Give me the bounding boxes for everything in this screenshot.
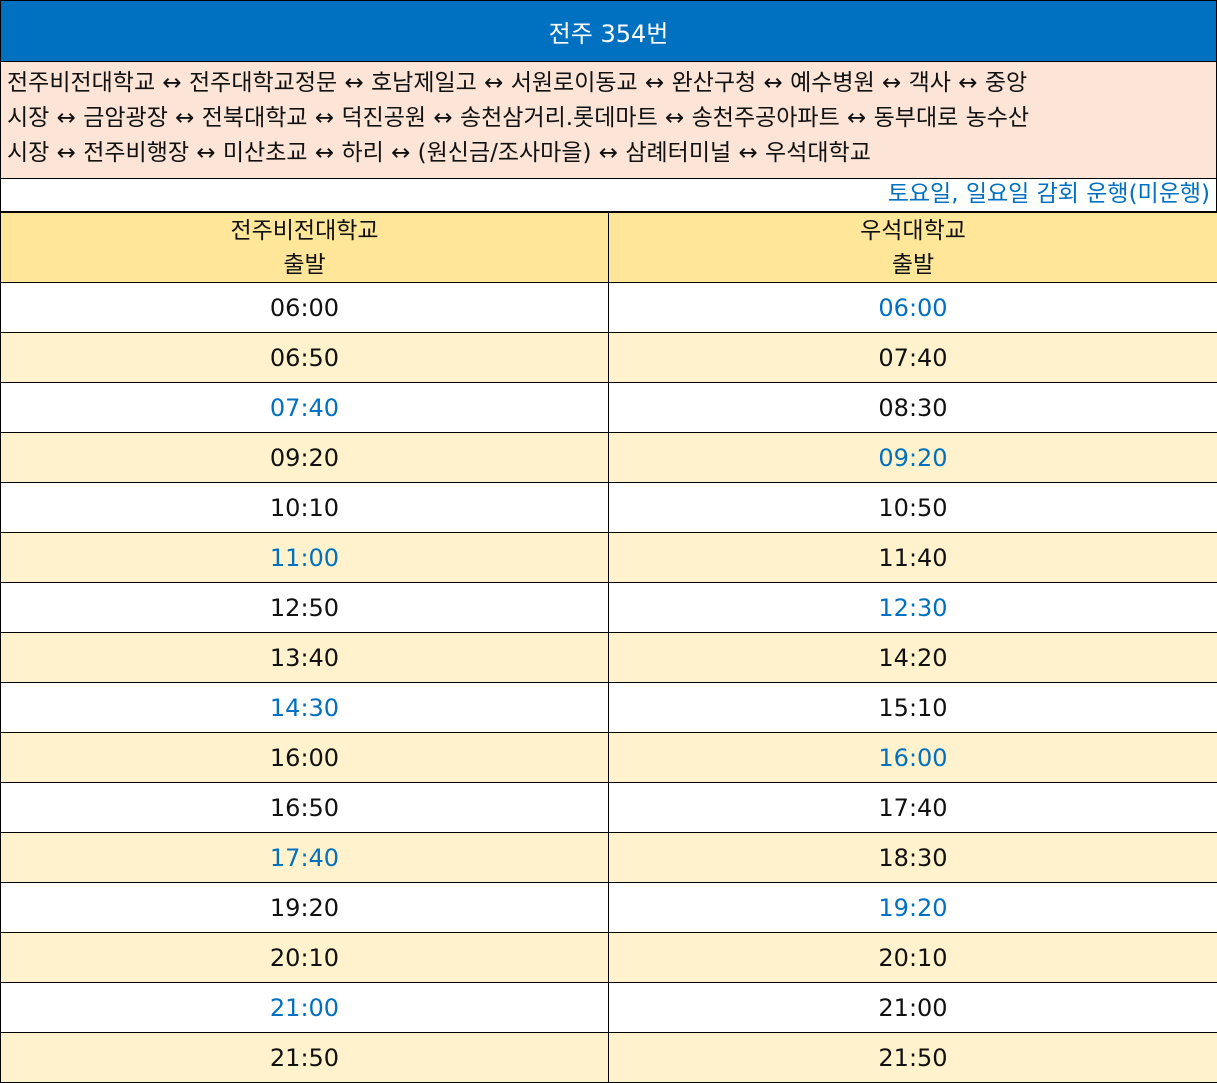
departure-time-origin: 16:00	[0, 732, 609, 783]
table-row: 20:10 20:10	[0, 932, 1217, 983]
departure-time-destination: 14:20	[608, 632, 1217, 683]
departure-time-origin: 11:00	[0, 532, 609, 583]
destination-label: 출발	[891, 251, 935, 278]
table-row: 09:20 09:20	[0, 432, 1217, 483]
departure-time-origin: 09:20	[0, 432, 609, 483]
schedule-body: 06:00 06:00 06:50 07:40 07:40 08:30 09:20 09:20…	[0, 282, 1217, 1083]
departure-time-destination: 06:00	[608, 282, 1217, 333]
departure-time-destination: 08:30	[608, 382, 1217, 433]
table-row: 16:00 16:00	[0, 732, 1217, 783]
table-row: 07:40 08:30	[0, 382, 1217, 433]
departure-time-origin: 13:40	[0, 632, 609, 683]
departure-time-origin: 06:50	[0, 332, 609, 383]
route-line: 시장 ↔ 금암광장 ↔ 전북대학교 ↔ 덕진공원 ↔ 송천삼거리.롯데마트 ↔ …	[7, 105, 1030, 131]
departure-time-origin: 20:10	[0, 932, 609, 983]
departure-time-destination: 20:10	[608, 932, 1217, 983]
departure-time-destination: 09:20	[608, 432, 1217, 483]
table-row: 21:50 21:50	[0, 1032, 1217, 1083]
table-row: 21:00 21:00	[0, 982, 1217, 1033]
departure-time-origin: 16:50	[0, 782, 609, 833]
route-line: 전주비전대학교 ↔ 전주대학교정문 ↔ 호남제일고 ↔ 서원로이동교 ↔ 완산구…	[7, 70, 1028, 96]
timetable-title: 전주 354번	[0, 0, 1217, 62]
departure-time-origin: 14:30	[0, 682, 609, 733]
column-header-origin: 전주비전대학교 출발	[0, 212, 609, 283]
destination-station: 우석대학교	[860, 217, 966, 244]
departure-time-destination: 16:00	[608, 732, 1217, 783]
table-row: 17:40 18:30	[0, 832, 1217, 883]
departure-time-origin: 06:00	[0, 282, 609, 333]
departure-time-origin: 21:50	[0, 1032, 609, 1083]
departure-time-destination: 21:00	[608, 982, 1217, 1033]
departure-time-destination: 12:30	[608, 582, 1217, 633]
table-row: 11:00 11:40	[0, 532, 1217, 583]
departure-time-origin: 07:40	[0, 382, 609, 433]
timetable-sheet: 전주 354번 전주비전대학교 ↔ 전주대학교정문 ↔ 호남제일고 ↔ 서원로이…	[0, 0, 1217, 1083]
departure-time-destination: 18:30	[608, 832, 1217, 883]
departure-time-destination: 11:40	[608, 532, 1217, 583]
departure-time-destination: 17:40	[608, 782, 1217, 833]
table-row: 06:00 06:00	[0, 282, 1217, 333]
column-header-destination: 우석대학교 출발	[608, 212, 1217, 283]
departure-time-destination: 19:20	[608, 882, 1217, 933]
origin-label: 출발	[283, 251, 326, 278]
weekend-note: 토요일, 일요일 감회 운행(미운행)	[0, 179, 1217, 212]
table-row: 16:50 17:40	[0, 782, 1217, 833]
route-description: 전주비전대학교 ↔ 전주대학교정문 ↔ 호남제일고 ↔ 서원로이동교 ↔ 완산구…	[0, 62, 1217, 179]
departure-time-origin: 21:00	[0, 982, 609, 1033]
departure-time-destination: 07:40	[608, 332, 1217, 383]
departure-time-origin: 17:40	[0, 832, 609, 883]
route-line: 시장 ↔ 전주비행장 ↔ 미산초교 ↔ 하리 ↔ (원신금/조사마을) ↔ 삼례…	[7, 140, 871, 166]
table-row: 10:10 10:50	[0, 482, 1217, 533]
table-row: 14:30 15:10	[0, 682, 1217, 733]
table-row: 13:40 14:20	[0, 632, 1217, 683]
header-row: 전주비전대학교 출발 우석대학교 출발	[0, 212, 1217, 283]
departure-time-origin: 19:20	[0, 882, 609, 933]
departure-time-origin: 10:10	[0, 482, 609, 533]
table-row: 19:20 19:20	[0, 882, 1217, 933]
departure-time-destination: 15:10	[608, 682, 1217, 733]
table-row: 12:50 12:30	[0, 582, 1217, 633]
departure-time-destination: 10:50	[608, 482, 1217, 533]
departure-time-destination: 21:50	[608, 1032, 1217, 1083]
schedule-table: 전주비전대학교 출발 우석대학교 출발 06:00 06:00 06:50 07:40…	[0, 212, 1217, 1083]
origin-station: 전주비전대학교	[230, 217, 379, 244]
departure-time-origin: 12:50	[0, 582, 609, 633]
table-row: 06:50 07:40	[0, 332, 1217, 383]
